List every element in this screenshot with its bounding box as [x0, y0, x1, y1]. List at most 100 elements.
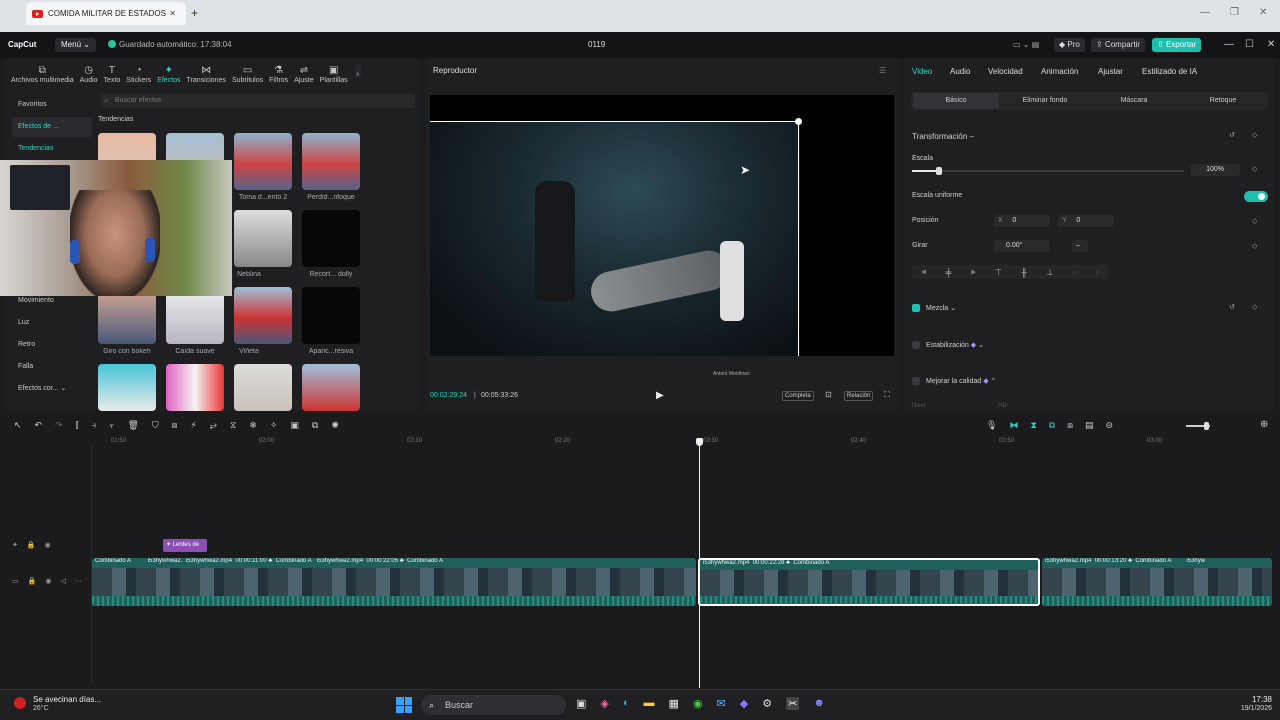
redo-icon[interactable]: ↷	[55, 420, 63, 431]
tab-adjust[interactable]: Ajustar	[1098, 67, 1123, 76]
blend-label[interactable]: Mezcla ⌄	[926, 304, 956, 312]
preview-axis-icon[interactable]: ⧉	[1049, 420, 1055, 431]
taskbar-search[interactable]: ⌕ Buscar	[421, 695, 566, 715]
caption-icon[interactable]: ▤	[1085, 420, 1094, 431]
store-icon[interactable]: ▦	[669, 697, 679, 710]
browser-tab[interactable]: COMIDA MILITAR DE ESTADOS ✕	[26, 2, 186, 25]
delete-icon[interactable]: 🗑	[128, 420, 139, 431]
effect-thumb[interactable]	[302, 133, 360, 190]
scale-input[interactable]: 100%	[1190, 164, 1240, 176]
subtab-basic[interactable]: Básico	[913, 97, 999, 104]
cat-glitch[interactable]: Falla	[12, 357, 92, 377]
scale-slider[interactable]	[912, 167, 1184, 175]
effect-thumb[interactable]	[302, 287, 360, 344]
marker-icon[interactable]: ⛉	[152, 420, 159, 431]
task-view-icon[interactable]: ▣	[576, 697, 586, 710]
tool-filters[interactable]: ⚗ Filtros	[266, 58, 291, 84]
teams-icon[interactable]: ◆	[740, 697, 748, 710]
cat-favorites[interactable]: Favoritos	[12, 95, 92, 115]
align-bottom-icon[interactable]: ⊥	[1047, 268, 1054, 277]
subtab-remove-bg[interactable]: Eliminar fondo	[1002, 97, 1088, 104]
align-right-icon[interactable]: ⫸	[971, 267, 976, 277]
split-right-icon[interactable]: ⫟	[109, 420, 114, 431]
pro-button[interactable]: ◆ Pro	[1054, 38, 1085, 52]
tool-templates[interactable]: ▣ Plantillas	[317, 58, 351, 84]
ai-icon[interactable]: ✧	[270, 420, 278, 431]
lock-icon[interactable]: 🔒	[28, 577, 37, 585]
effect-thumb[interactable]	[98, 364, 156, 411]
tab-close-icon[interactable]: ✕	[169, 9, 176, 18]
effect-thumb[interactable]	[302, 364, 360, 411]
align-left-icon[interactable]: ⫷	[922, 267, 927, 277]
freeze-icon[interactable]: ❄	[249, 420, 257, 431]
zoom-in-icon[interactable]: ⊕	[1260, 419, 1268, 430]
tool-audio[interactable]: ◷ Audio	[77, 58, 101, 84]
fullscreen-icon[interactable]: ⛶	[884, 390, 890, 400]
tab-ai-style[interactable]: Estilizado de IA	[1142, 67, 1197, 76]
tool-text[interactable]: T Texto	[101, 58, 124, 84]
selected-video-clip[interactable]: i53hywhwa2.mp4 00:00:22:28 ♣ Combinado A	[698, 558, 1040, 606]
new-tab-button[interactable]: +	[191, 6, 198, 20]
lock-icon[interactable]: 🔒	[27, 541, 36, 549]
uniform-scale-toggle[interactable]	[1244, 191, 1268, 202]
export-button[interactable]: ⇧ Exportar	[1152, 38, 1202, 52]
resize-handle[interactable]	[795, 118, 802, 125]
minimize-icon[interactable]: —	[1200, 7, 1210, 18]
rotate-flip-button[interactable]: –	[1072, 240, 1088, 252]
keyframe-icon[interactable]: ◇	[1252, 242, 1257, 250]
rotate-input[interactable]: 0.00°	[994, 240, 1050, 252]
crop-icon[interactable]: ⧈	[172, 420, 178, 431]
video-clip[interactable]: i53hywhwa2.mp4 00:00:13:20 ♣ Combinado A…	[1042, 558, 1272, 606]
playhead[interactable]	[699, 444, 700, 688]
transform-heading[interactable]: Transformación –	[912, 132, 974, 141]
split-icon[interactable]: ⫿	[76, 420, 79, 431]
windows-start-icon[interactable]	[396, 697, 412, 713]
weather-text[interactable]: Se avecinan días...	[33, 695, 101, 704]
effect-thumb[interactable]	[234, 133, 292, 190]
stabilize-checkbox[interactable]	[912, 341, 920, 349]
mirror-icon[interactable]: ⧖	[230, 420, 236, 431]
cat-light[interactable]: Luz	[12, 313, 92, 333]
layout-icon[interactable]: ▭ ⌄ ▤	[1008, 38, 1044, 52]
tool-transitions[interactable]: ⋈ Transiciones	[184, 58, 229, 84]
snap-icon[interactable]: ⧗	[1030, 420, 1036, 431]
link-icon[interactable]: ⧓	[1009, 420, 1018, 431]
tab-video[interactable]: Video	[912, 67, 932, 76]
mic-icon[interactable]: 🎙	[986, 420, 997, 431]
chrome-icon[interactable]: ◉	[693, 697, 703, 710]
zoom-out-icon[interactable]: ⊖	[1105, 420, 1113, 431]
position-y-input[interactable]: Y 0	[1058, 215, 1114, 227]
tool-stickers[interactable]: ◔ Stickers	[123, 58, 154, 84]
reverse-icon[interactable]: ⥂	[210, 420, 217, 431]
player-menu-icon[interactable]: ☰	[879, 66, 886, 75]
preview-frame[interactable]: Antoni Weidman	[430, 121, 800, 377]
enhance-checkbox[interactable]	[912, 377, 920, 385]
cat-trends[interactable]: Tendencias	[12, 139, 92, 159]
align-icon[interactable]: ⧈	[1067, 420, 1073, 431]
app-minimize-icon[interactable]: —	[1224, 39, 1234, 50]
subtab-retouch[interactable]: Retoque	[1180, 97, 1266, 104]
toolbar-next-icon[interactable]: ›	[354, 64, 362, 78]
gear-icon[interactable]: ⚙	[762, 697, 772, 710]
align-top-icon[interactable]: ⊤	[995, 268, 1002, 277]
enhance-label[interactable]: Mejorar la calidad ◆ ⌃	[926, 377, 996, 385]
scale-slider-handle[interactable]	[936, 167, 943, 175]
capcut-taskbar-icon[interactable]: ✂	[786, 697, 800, 710]
menu-button[interactable]: Menú ⌄	[55, 38, 96, 52]
full-button[interactable]: Completa	[782, 391, 814, 401]
split-left-icon[interactable]: ⫞	[92, 420, 97, 431]
transform-icon[interactable]: ⧉	[312, 420, 318, 431]
reset-icon[interactable]: ↺	[1229, 131, 1235, 139]
discord-icon[interactable]: ☻	[813, 697, 825, 710]
clock-time[interactable]: 17:38	[1240, 695, 1272, 704]
tool-subtitles[interactable]: ▭ Subtítulos	[229, 58, 266, 84]
subtab-mask[interactable]: Máscara	[1091, 97, 1177, 104]
keyframe-icon[interactable]: ◇	[1252, 165, 1257, 173]
stabilize-label[interactable]: Estabilización ◆ ⌄	[926, 341, 984, 349]
ratio-button[interactable]: Relación	[844, 391, 874, 401]
tool-effects[interactable]: ✦ Efectos	[154, 58, 183, 84]
keyframe-icon[interactable]: ◇	[1252, 217, 1257, 225]
tool-media[interactable]: ⧉ Archivos multimedia	[8, 58, 77, 84]
close-window-icon[interactable]: ✕	[1259, 7, 1267, 18]
reset-icon[interactable]: ↺	[1229, 303, 1235, 311]
